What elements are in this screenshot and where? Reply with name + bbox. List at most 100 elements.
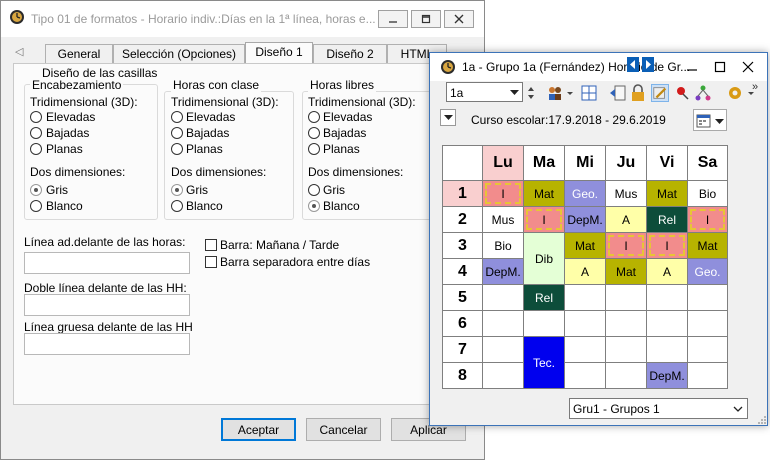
minimize-icon[interactable] [686, 61, 698, 73]
tab-scroll-left-icon[interactable]: ◁ [15, 45, 23, 58]
day-header[interactable]: Sa [687, 145, 728, 181]
radio-blanco[interactable] [171, 200, 183, 212]
lesson-cell[interactable]: Rel [646, 206, 688, 233]
maximize-icon[interactable] [714, 61, 726, 73]
tab-diseno-1[interactable]: Diseño 1 [245, 42, 313, 64]
lesson-cell[interactable]: I [646, 232, 688, 259]
linea-gruesa-input[interactable] [24, 333, 190, 355]
lesson-cell[interactable] [564, 310, 606, 337]
radio-elevadas[interactable] [30, 111, 42, 123]
radio-gris[interactable] [308, 184, 320, 196]
radio-planas[interactable] [308, 143, 320, 155]
day-header[interactable]: Vi [646, 145, 688, 181]
edit-pencil-icon[interactable] [651, 84, 669, 102]
radio-planas[interactable] [171, 143, 183, 155]
lesson-cell[interactable]: I [687, 206, 728, 233]
lesson-cell[interactable] [564, 362, 606, 389]
lesson-cell[interactable]: I [482, 180, 524, 207]
day-header[interactable]: Mi [564, 145, 606, 181]
radio-blanco[interactable] [30, 200, 42, 212]
period-header[interactable]: 5 [442, 284, 483, 311]
lesson-cell[interactable]: Geo. [687, 258, 728, 285]
view-select[interactable] [693, 109, 727, 131]
previous-arrow-icon[interactable] [627, 57, 639, 72]
lesson-cell[interactable]: Mat [564, 232, 606, 259]
toolbar-overflow-icon[interactable]: » [752, 81, 758, 93]
teachers-icon[interactable] [546, 84, 564, 102]
lesson-cell[interactable] [605, 336, 647, 363]
lesson-cell[interactable] [687, 310, 728, 337]
group-select[interactable]: Gru1 - Grupos 1 [569, 398, 748, 419]
doble-linea-input[interactable] [24, 294, 190, 316]
lesson-cell[interactable]: Mat [523, 180, 565, 207]
lesson-cell[interactable]: Mus [482, 206, 524, 233]
restore-button[interactable] [411, 10, 441, 28]
lesson-cell[interactable] [605, 310, 647, 337]
lesson-cell[interactable] [482, 362, 524, 389]
lesson-cell[interactable]: Mat [605, 258, 647, 285]
spinner-icon[interactable] [526, 84, 544, 102]
lesson-cell[interactable] [605, 284, 647, 311]
day-header[interactable]: Ju [605, 145, 647, 181]
lesson-cell[interactable] [605, 362, 647, 389]
lesson-cell[interactable]: DepM. [482, 258, 524, 285]
lesson-cell[interactable]: Mat [646, 180, 688, 207]
close-icon[interactable] [742, 61, 754, 73]
radio-elevadas[interactable] [308, 111, 320, 123]
radio-planas[interactable] [30, 143, 42, 155]
tab-seleccion[interactable]: Selección (Opciones) [113, 44, 245, 63]
period-header[interactable]: 8 [442, 362, 483, 389]
lesson-cell[interactable] [646, 284, 688, 311]
period-header[interactable]: 6 [442, 310, 483, 337]
lesson-cell[interactable] [687, 362, 728, 389]
options-dropdown[interactable] [440, 109, 456, 126]
period-header[interactable]: 7 [442, 336, 483, 363]
period-header[interactable]: 3 [442, 232, 483, 259]
resize-grip-icon[interactable] [757, 415, 767, 425]
radio-bajadas[interactable] [171, 127, 183, 139]
lesson-cell[interactable]: I [523, 206, 565, 233]
period-header[interactable]: 1 [442, 180, 483, 207]
lesson-cell[interactable]: Rel [523, 284, 565, 311]
lock-icon[interactable] [629, 84, 647, 102]
cancelar-button[interactable]: Cancelar [306, 418, 381, 441]
period-header[interactable]: 2 [442, 206, 483, 233]
tab-diseno-2[interactable]: Diseño 2 [313, 44, 387, 63]
radio-blanco[interactable] [308, 200, 320, 212]
lesson-cell[interactable] [482, 336, 524, 363]
lesson-cell[interactable] [482, 284, 524, 311]
barra-separadora-checkbox[interactable] [205, 256, 217, 268]
network-icon[interactable] [694, 84, 712, 102]
lesson-cell[interactable] [646, 310, 688, 337]
pin-icon[interactable] [673, 84, 691, 102]
minimize-button[interactable] [378, 10, 408, 28]
class-select[interactable]: 1a [446, 82, 523, 102]
lesson-cell[interactable] [646, 336, 688, 363]
lesson-cell[interactable]: Bio [687, 180, 728, 207]
grid-icon[interactable] [580, 84, 598, 102]
radio-gris[interactable] [171, 184, 183, 196]
export-icon[interactable] [609, 84, 627, 102]
lesson-cell[interactable]: Dib [523, 232, 565, 285]
lesson-cell[interactable] [687, 284, 728, 311]
lesson-cell[interactable] [482, 310, 524, 337]
lesson-cell[interactable]: Mat [687, 232, 728, 259]
lesson-cell[interactable]: A [605, 206, 647, 233]
lesson-cell[interactable] [564, 336, 606, 363]
lesson-cell[interactable]: A [646, 258, 688, 285]
radio-gris[interactable] [30, 184, 42, 196]
tab-general[interactable]: General [45, 44, 113, 63]
next-arrow-icon[interactable] [642, 57, 654, 72]
lesson-cell[interactable]: A [564, 258, 606, 285]
linea-adicional-input[interactable] [24, 252, 190, 274]
gear-icon[interactable] [726, 84, 744, 102]
lesson-cell[interactable]: DepM. [564, 206, 606, 233]
close-button[interactable] [444, 10, 474, 28]
day-header[interactable]: Lu [482, 145, 524, 181]
radio-elevadas[interactable] [171, 111, 183, 123]
radio-bajadas[interactable] [308, 127, 320, 139]
lesson-cell[interactable] [523, 310, 565, 337]
period-header[interactable]: 4 [442, 258, 483, 285]
lesson-cell[interactable]: Bio [482, 232, 524, 259]
lesson-cell[interactable]: Geo. [564, 180, 606, 207]
